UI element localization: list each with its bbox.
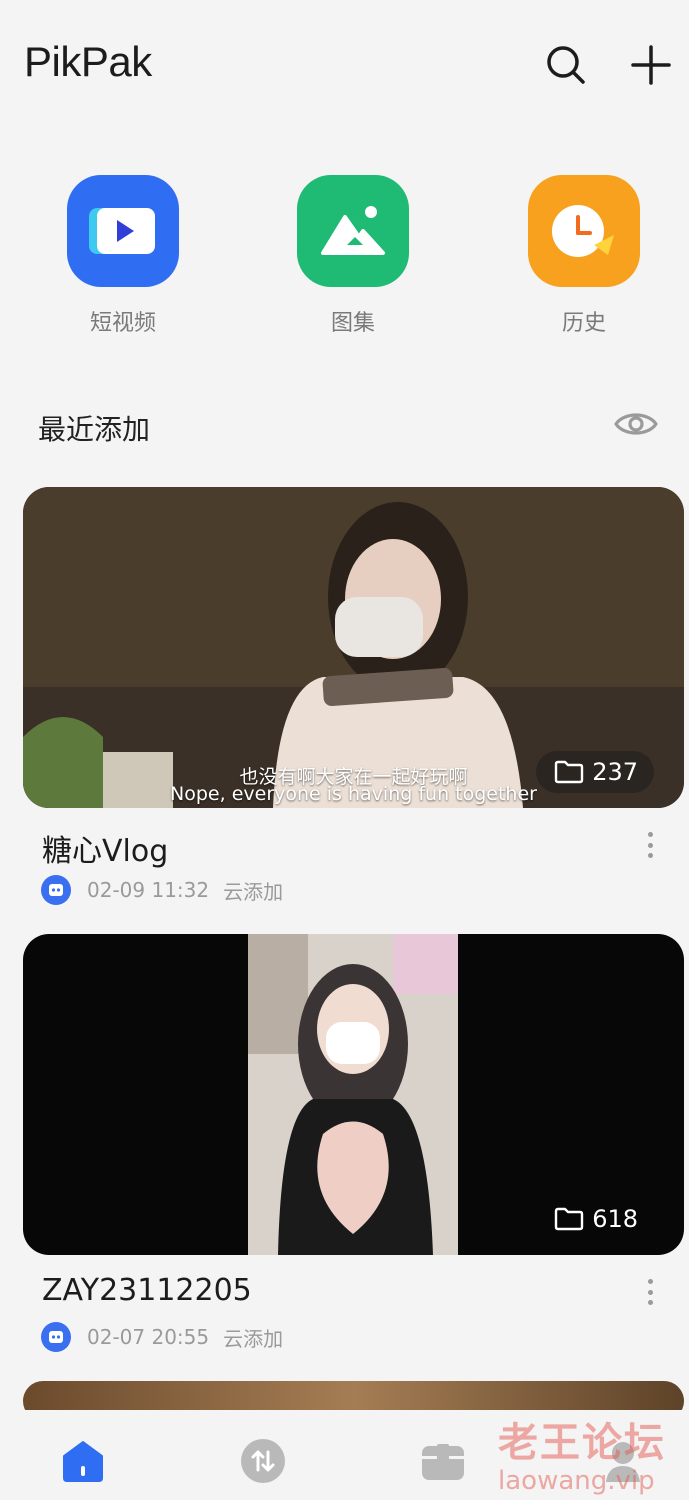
short-video-icon xyxy=(89,208,155,254)
short-video-tile xyxy=(67,175,179,287)
file-count-badge: 618 xyxy=(536,1198,654,1240)
eye-icon xyxy=(614,413,658,435)
more-icon xyxy=(647,832,653,837)
more-options-button[interactable] xyxy=(638,1275,662,1309)
album-label: 图集 xyxy=(330,311,375,336)
app-header: PikPak xyxy=(0,0,689,130)
quick-album[interactable]: 图集 xyxy=(297,175,409,337)
plus-icon xyxy=(631,45,671,85)
search-icon xyxy=(547,46,585,84)
bottom-tab-bar xyxy=(0,1410,689,1500)
tab-home[interactable] xyxy=(60,1438,106,1484)
file-count-badge: 237 xyxy=(536,751,654,793)
me-icon xyxy=(606,1442,640,1482)
item-source: 云添加 xyxy=(223,879,284,904)
app-title: PikPak xyxy=(24,38,152,85)
album-icon xyxy=(321,206,385,255)
transfer-icon xyxy=(241,1439,285,1483)
box-icon xyxy=(422,1444,464,1480)
home-icon xyxy=(63,1441,103,1482)
tab-box[interactable] xyxy=(420,1438,466,1484)
history-clock-icon xyxy=(552,205,614,257)
history-label: 历史 xyxy=(561,311,606,336)
item-meta: 02-09 11:32 云添加 xyxy=(41,875,283,905)
short-video-label: 短视频 xyxy=(89,311,156,336)
quick-short-video[interactable]: 短视频 xyxy=(67,175,179,337)
robot-icon xyxy=(41,1322,71,1352)
media-card-thumbnail[interactable]: 也没有啊大家在一起好玩啊 Nope, everyone is having fu… xyxy=(23,487,684,808)
file-count: 618 xyxy=(592,1205,638,1233)
item-title: 糖心Vlog xyxy=(42,834,169,869)
media-card-thumbnail[interactable]: 618 xyxy=(23,934,684,1255)
more-options-button[interactable] xyxy=(638,828,662,862)
search-button[interactable] xyxy=(541,40,591,90)
item-title: ZAY23112205 xyxy=(42,1273,252,1308)
file-count: 237 xyxy=(592,758,638,786)
item-source: 云添加 xyxy=(223,1326,284,1351)
folder-icon xyxy=(554,1207,584,1231)
item-meta: 02-07 20:55 云添加 xyxy=(41,1322,283,1352)
robot-icon xyxy=(41,875,71,905)
album-tile xyxy=(297,175,409,287)
more-icon xyxy=(647,1279,653,1284)
tab-me[interactable] xyxy=(600,1438,646,1484)
folder-icon xyxy=(554,760,584,784)
section-title-recent: 最近添加 xyxy=(38,413,151,446)
tab-transfer[interactable] xyxy=(240,1438,286,1484)
item-date: 02-09 11:32 xyxy=(87,878,210,902)
toggle-visibility-button[interactable] xyxy=(612,404,660,444)
history-tile xyxy=(528,175,640,287)
quick-history[interactable]: 历史 xyxy=(528,175,640,337)
item-date: 02-07 20:55 xyxy=(87,1325,210,1349)
add-button[interactable] xyxy=(626,40,676,90)
